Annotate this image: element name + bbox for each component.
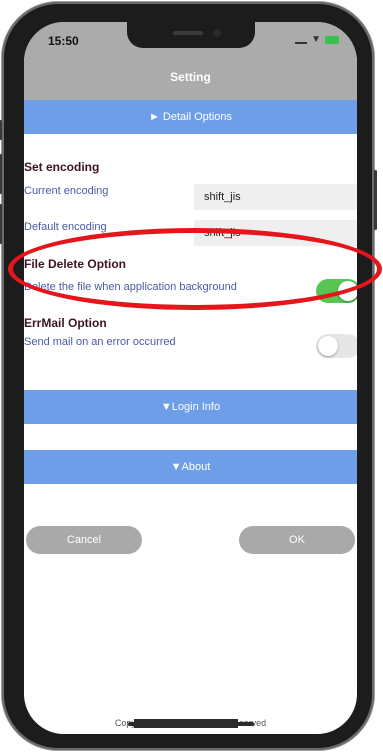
phone-frame: 15:50 ▼ Setting ► Detail Options Set enc… xyxy=(0,2,377,750)
wifi-icon: ▼ xyxy=(311,34,321,45)
login-info-header[interactable]: ▼Login Info xyxy=(24,390,357,424)
cancel-button[interactable]: Cancel xyxy=(26,526,142,554)
set-encoding-heading: Set encoding xyxy=(24,160,100,174)
status-time: 15:50 xyxy=(48,34,79,48)
errmail-heading: ErrMail Option xyxy=(24,316,107,330)
errmail-label: Send mail on an error occurred xyxy=(24,336,176,348)
volume-down-button xyxy=(0,204,2,244)
speaker-grille xyxy=(173,31,203,35)
detail-options-header[interactable]: ► Detail Options xyxy=(24,100,357,134)
front-camera xyxy=(213,29,221,37)
screen: 15:50 ▼ Setting ► Detail Options Set enc… xyxy=(24,22,357,734)
file-delete-toggle[interactable] xyxy=(316,279,357,303)
toggle-knob xyxy=(318,336,338,356)
page-title: Setting xyxy=(170,70,211,84)
home-indicator xyxy=(128,722,254,726)
ok-button[interactable]: OK xyxy=(239,526,355,554)
status-icons: ▼ xyxy=(295,35,339,45)
mute-switch xyxy=(0,120,2,140)
volume-up-button xyxy=(0,154,2,194)
default-encoding-field[interactable]: shift_jis xyxy=(194,220,357,246)
about-header[interactable]: ▼About xyxy=(24,450,357,484)
power-button xyxy=(374,170,377,230)
errmail-toggle[interactable] xyxy=(316,334,357,358)
file-delete-label: Delete the file when application backgro… xyxy=(24,281,237,293)
default-encoding-label: Default encoding xyxy=(24,221,107,233)
current-encoding-label: Current encoding xyxy=(24,185,109,197)
notch xyxy=(127,22,255,48)
file-delete-heading: File Delete Option xyxy=(24,257,127,271)
toggle-knob xyxy=(338,281,357,301)
cellular-signal-icon xyxy=(295,42,308,44)
battery-icon xyxy=(325,36,339,44)
current-encoding-field[interactable]: shift_jis xyxy=(194,184,357,210)
